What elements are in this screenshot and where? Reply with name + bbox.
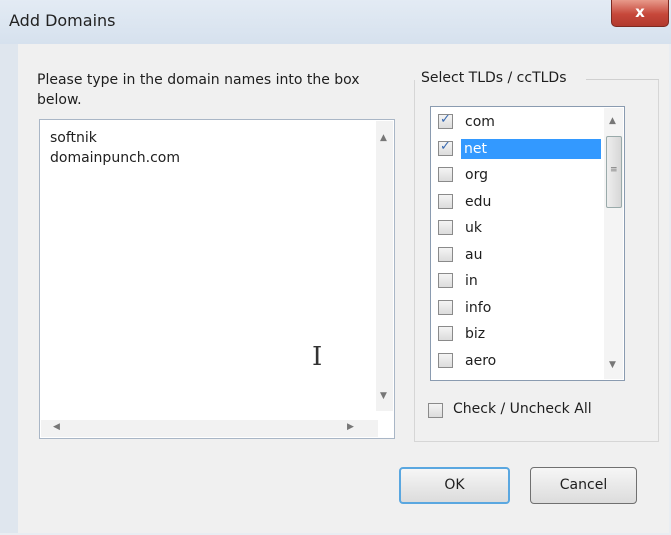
window-border [0,44,18,533]
tld-label: com [465,114,495,130]
tld-item-biz[interactable]: biz [435,323,599,345]
title-bar: Add Domains x [0,0,671,44]
tld-item-in[interactable]: in [435,270,599,292]
cancel-button[interactable]: Cancel [530,467,637,504]
tld-label: biz [465,326,486,342]
tld-list-scrollbar[interactable]: ▲ ≡ ▼ [604,108,623,379]
scroll-down-icon[interactable]: ▼ [609,360,616,370]
scroll-right-icon[interactable]: ▶ [347,422,354,432]
grip-icon: ≡ [610,165,618,175]
tld-label: in [465,273,478,289]
tld-checkbox[interactable] [438,246,453,262]
textarea-line: domainpunch.com [50,150,180,166]
textarea-vertical-scrollbar[interactable]: ▲ ▼ [376,121,393,411]
tld-checkbox[interactable] [438,112,453,129]
tld-item-net[interactable]: net [435,138,601,160]
tld-checkbox[interactable] [438,352,453,368]
scroll-up-icon[interactable]: ▲ [380,133,387,143]
tld-checkbox[interactable] [438,273,453,288]
tld-label: net [461,138,601,159]
tld-checkbox[interactable] [438,139,453,156]
tld-checklist[interactable]: com net org edu uk au in info biz aero ▲ ≡ ▼ [430,106,625,381]
domain-names-textarea[interactable]: softnik domainpunch.com ▲ ▼ ◀ ▶ [39,119,395,439]
close-icon: x [635,3,645,21]
tld-checkbox[interactable] [438,193,453,209]
scroll-left-icon[interactable]: ◀ [53,422,60,432]
textarea-horizontal-scrollbar[interactable]: ◀ ▶ [41,420,378,437]
text-cursor-icon: I [312,342,323,372]
textarea-line: softnik [50,130,97,146]
textarea-content: softnik domainpunch.com [50,128,180,168]
tld-checkbox[interactable] [438,299,453,315]
ok-button[interactable]: OK [399,467,510,504]
tld-label: aero [465,352,497,369]
close-button[interactable]: x [611,0,669,27]
tld-item-aero[interactable]: aero [435,350,599,372]
check-all-checkbox[interactable] [428,403,443,418]
tld-label: org [465,167,488,183]
tld-label: uk [465,220,482,236]
tld-item-edu[interactable]: edu [435,191,599,213]
scroll-up-icon[interactable]: ▲ [609,116,616,126]
tld-item-org[interactable]: org [435,164,599,186]
tld-checkbox[interactable] [438,326,453,341]
window-title: Add Domains [9,11,116,30]
scroll-down-icon[interactable]: ▼ [380,391,387,401]
tld-item-com[interactable]: com [435,111,599,133]
tld-label: info [465,299,492,316]
tld-checkbox[interactable] [438,167,453,182]
tld-label: au [465,246,483,263]
tld-item-info[interactable]: info [435,297,599,319]
tld-item-uk[interactable]: uk [435,217,599,239]
scroll-thumb[interactable]: ≡ [606,136,622,208]
tld-label: edu [465,193,492,210]
tld-item-au[interactable]: au [435,244,599,266]
check-all-label: Check / Uncheck All [453,401,592,417]
tld-checkbox[interactable] [438,220,453,235]
instructions-label: Please type in the domain names into the… [37,72,360,108]
